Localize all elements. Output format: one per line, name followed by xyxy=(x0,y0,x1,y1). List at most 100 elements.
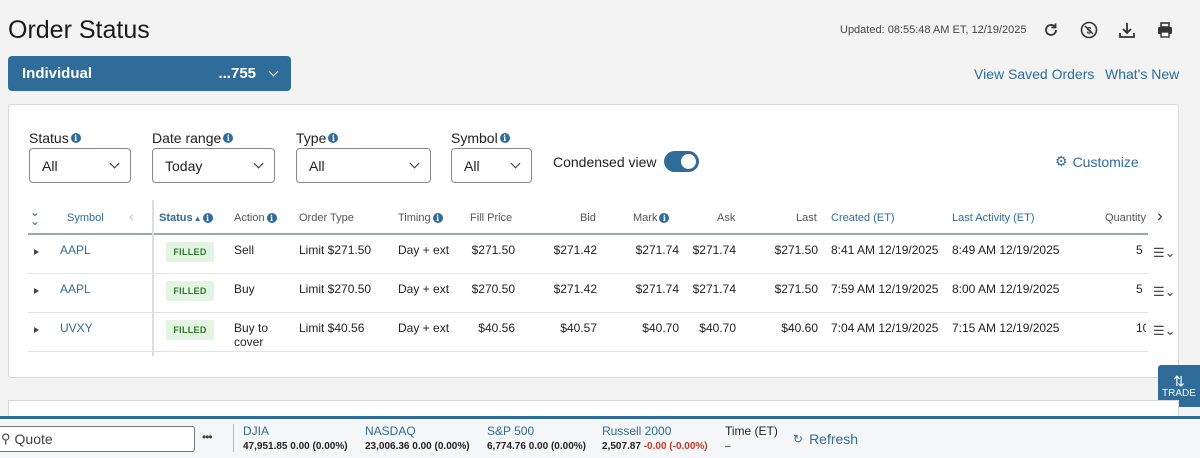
row-quantity: 5 xyxy=(1136,243,1143,257)
account-name: Individual xyxy=(22,65,93,82)
index-price: 47,951.85 xyxy=(243,441,288,452)
row-symbol[interactable]: AAPL xyxy=(60,282,91,296)
row-timing: Day + ext xyxy=(398,243,450,257)
row-divider xyxy=(28,273,1148,274)
col-created[interactable]: Created (ET) xyxy=(831,212,895,224)
info-icon[interactable]: i xyxy=(223,133,234,143)
col-last-activity[interactable]: Last Activity (ET) xyxy=(952,212,1035,224)
dollar-icon[interactable]: $ xyxy=(1078,19,1100,41)
index-change: -0.00 (-0.00%) xyxy=(643,441,708,452)
col-order-type[interactable]: Order Type xyxy=(299,212,354,224)
date-range-filter-label: Date range i xyxy=(152,130,234,146)
expand-row-icon[interactable] xyxy=(34,327,39,333)
info-icon[interactable]: i xyxy=(202,213,213,223)
row-last: $271.50 xyxy=(774,243,818,257)
status-badge: FILLED xyxy=(166,320,214,340)
updated-timestamp: Updated: 08:55:48 AM ET, 12/19/2025 xyxy=(840,24,1027,36)
view-saved-orders-link[interactable]: View Saved Orders xyxy=(974,66,1094,82)
symbol-filter-select[interactable]: All xyxy=(451,148,532,183)
row-symbol[interactable]: AAPL xyxy=(60,243,91,257)
row-menu-icon[interactable]: ☰⌄ xyxy=(1153,284,1176,300)
row-timing: Day + ext xyxy=(398,282,450,296)
condensed-view-toggle[interactable] xyxy=(664,151,699,172)
scroll-right-icon[interactable]: › xyxy=(1157,206,1163,226)
row-created: 8:41 AM 12/19/2025 xyxy=(831,243,939,257)
print-icon[interactable] xyxy=(1154,19,1176,41)
search-icon: ⚲ xyxy=(1,431,11,446)
swap-arrows-icon: ⇅ xyxy=(1173,372,1185,389)
whats-new-link[interactable]: What's New xyxy=(1105,66,1179,82)
refresh-button[interactable]: ↻ Refresh xyxy=(793,431,858,447)
quote-input[interactable]: ⚲ Quote xyxy=(0,426,195,452)
row-action: Buy to xyxy=(234,321,269,335)
row-order-type: Limit $270.50 xyxy=(299,282,372,296)
svg-text:$: $ xyxy=(1086,26,1091,36)
index-price: 6,774.76 xyxy=(487,441,526,452)
scroll-left-icon[interactable]: ‹ xyxy=(129,208,134,224)
col-status[interactable]: Status ▲ i xyxy=(159,212,213,224)
row-menu-icon[interactable]: ☰⌄ xyxy=(1153,245,1176,261)
status-filter-select[interactable]: All xyxy=(29,148,131,183)
row-symbol[interactable]: UVXY xyxy=(60,321,93,335)
row-bid: $271.42 xyxy=(553,243,597,257)
type-filter-select[interactable]: All xyxy=(296,148,431,183)
row-divider xyxy=(28,312,1148,313)
row-action: Sell xyxy=(234,243,255,257)
info-icon[interactable]: i xyxy=(70,133,81,143)
download-icon[interactable] xyxy=(1116,19,1138,41)
row-fill-price: $270.50 xyxy=(471,282,515,296)
index-name[interactable]: DJIA xyxy=(243,424,269,438)
index-name[interactable]: S&P 500 xyxy=(487,424,534,438)
col-ask[interactable]: Ask xyxy=(717,212,735,224)
account-selector[interactable]: Individual ...755 xyxy=(8,56,291,91)
refresh-icon[interactable] xyxy=(1040,19,1062,41)
expand-row-icon[interactable] xyxy=(34,288,39,294)
info-icon[interactable]: i xyxy=(499,133,510,143)
row-menu-icon[interactable]: ☰⌄ xyxy=(1153,323,1176,339)
sort-up-icon: ▲ xyxy=(193,213,202,223)
expand-all-icon[interactable]: ⌄ ⌄ xyxy=(30,206,40,227)
row-timing: Day + ext xyxy=(398,321,450,335)
row-action-line2: cover xyxy=(234,335,264,349)
col-timing[interactable]: Timing i xyxy=(398,212,443,224)
col-last[interactable]: Last xyxy=(796,212,817,224)
info-icon[interactable]: i xyxy=(266,213,277,223)
row-ask: $271.74 xyxy=(692,282,736,296)
page-title: Order Status xyxy=(8,16,150,44)
condensed-view-label: Condensed view xyxy=(553,154,657,170)
status-badge: FILLED xyxy=(166,281,214,301)
col-fill-price[interactable]: Fill Price xyxy=(470,212,512,224)
index-value: 6,774.76 0.00 (0.00%) xyxy=(487,441,586,452)
expand-row-icon[interactable] xyxy=(34,249,39,255)
divider xyxy=(233,424,234,452)
row-ask: $40.70 xyxy=(699,321,736,335)
col-quantity[interactable]: Quantity xyxy=(1105,212,1147,224)
index-price: 2,507.87 xyxy=(602,441,641,452)
chevron-down-icon xyxy=(510,158,521,169)
customize-button[interactable]: ⚙ Customize xyxy=(1055,153,1139,170)
more-options-icon[interactable]: ••• xyxy=(202,430,213,444)
info-icon[interactable]: i xyxy=(659,213,670,223)
row-ask: $271.74 xyxy=(692,243,736,257)
row-last: $271.50 xyxy=(774,282,818,296)
row-last-activity: 7:15 AM 12/19/2025 xyxy=(952,321,1060,335)
index-change: 0.00 (0.00%) xyxy=(290,441,348,452)
col-symbol[interactable]: Symbol xyxy=(67,212,104,224)
index-value: 23,006.36 0.00 (0.00%) xyxy=(365,441,470,452)
row-mark: $40.70 xyxy=(642,321,679,335)
row-order-type: Limit $40.56 xyxy=(299,321,365,335)
index-name[interactable]: NASDAQ xyxy=(365,424,416,438)
chevron-down-icon xyxy=(409,158,420,169)
row-quantity: 5 xyxy=(1136,282,1143,296)
col-action[interactable]: Action i xyxy=(234,212,277,224)
row-created: 7:59 AM 12/19/2025 xyxy=(831,282,939,296)
chevron-down-icon xyxy=(268,66,279,77)
date-range-filter-select[interactable]: Today xyxy=(152,148,275,183)
info-icon[interactable]: i xyxy=(328,133,339,143)
index-name[interactable]: Russell 2000 xyxy=(602,424,671,438)
col-bid[interactable]: Bid xyxy=(580,212,596,224)
index-value: 2,507.87 -0.00 (-0.00%) xyxy=(602,441,708,452)
info-icon[interactable]: i xyxy=(432,213,443,223)
row-mark: $271.74 xyxy=(635,282,679,296)
col-mark[interactable]: Mark i xyxy=(633,212,670,224)
